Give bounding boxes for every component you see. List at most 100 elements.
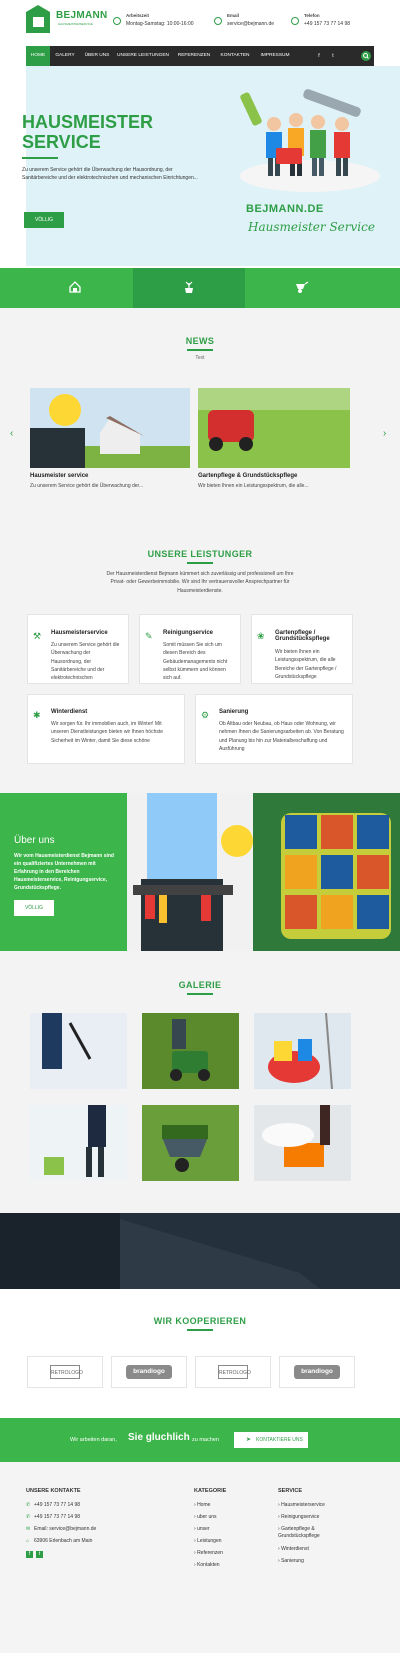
gallery-image-snow-shovel[interactable]: [30, 1013, 127, 1089]
cta-contact-button[interactable]: ➤ KONTAKTIERE UNS: [234, 1432, 308, 1448]
gallery-image-cleaning-bucket[interactable]: [254, 1013, 351, 1089]
footer-email[interactable]: Email: service@bejmann.de: [34, 1526, 96, 1532]
partner-logo[interactable]: RETROLOGO: [195, 1356, 271, 1388]
services-divider: [187, 562, 213, 564]
footer-link[interactable]: › Hausmeisterservice: [278, 1502, 325, 1508]
service-card-text: Zu unserem Service gehört die Überwachun…: [51, 642, 120, 681]
footer-link-label: Winterdienst: [281, 1546, 309, 1552]
footer-link[interactable]: › Winterdienst: [278, 1546, 309, 1552]
cta-text-main: Sie gluchlich: [128, 1432, 190, 1443]
footer-phone-2[interactable]: +49 157 73 77 14 98: [34, 1514, 80, 1520]
nav-galery[interactable]: GALERY: [53, 46, 77, 66]
partner-logo-text: RETROLOGO: [50, 1365, 83, 1379]
partner-logo[interactable]: brandlogo: [279, 1356, 355, 1388]
gallery-image-wheelbarrow[interactable]: [142, 1105, 239, 1181]
footer-link-label: uber uns: [197, 1514, 217, 1520]
footer-link[interactable]: › Kontakten: [194, 1562, 220, 1568]
twitter-icon[interactable]: t: [36, 1551, 43, 1558]
wheelbarrow-icon[interactable]: [295, 280, 309, 294]
tools-icon: ⚒: [33, 631, 42, 641]
partner-logo-text: RETROLOGO: [218, 1365, 251, 1379]
service-card-title: Reinigungservice: [163, 630, 214, 636]
nav-ueber-uns[interactable]: ÜBER UNS: [82, 46, 112, 66]
footer-link[interactable]: › Home: [194, 1502, 210, 1508]
parallax-banner: [0, 1213, 400, 1289]
services-intro: Der Hausmeisterdienst Bejmann kümmert si…: [106, 571, 294, 594]
nav-kontakten[interactable]: KONTAKTEN: [216, 46, 254, 66]
hero-divider: [22, 157, 58, 159]
cta-text-pre: Wir arbeiten daran,: [70, 1437, 117, 1443]
workers-illustration: [232, 84, 382, 198]
cta-text-post: zu machen: [192, 1437, 219, 1443]
phone-icon: ✆: [26, 1514, 31, 1520]
news-item-text: Wir bieten Ihnen ein Leistungsspektrum, …: [198, 483, 309, 489]
footer-link[interactable]: › Leistungen: [194, 1538, 222, 1544]
service-card-title: Hausmeisterservice: [51, 630, 108, 636]
nav-impressum[interactable]: IMPRESSUM: [256, 46, 294, 66]
snow-icon: ✱: [33, 710, 41, 720]
footer-link-label: Leistungen: [197, 1538, 222, 1544]
news-next-arrow[interactable]: ›: [383, 428, 386, 439]
twitter-icon[interactable]: t: [330, 53, 336, 59]
house-tools-icon[interactable]: [68, 280, 82, 294]
gallery-title: GALERIE: [178, 980, 222, 990]
news-divider: [187, 349, 213, 351]
services-title: UNSERE LEISTUNGER: [147, 549, 253, 559]
hero-text: Zu unserem Service gehört die Überwachun…: [22, 167, 198, 181]
nav-leistungen[interactable]: UNSERE LEISTUNGEN: [115, 46, 171, 66]
footer-link[interactable]: › Gartenpflege & Grundstückspflege: [278, 1526, 348, 1540]
logo-window: [33, 17, 44, 27]
news-prev-arrow[interactable]: ‹: [10, 428, 13, 439]
phone-value[interactable]: +49 157 73 77 14 98: [304, 21, 350, 27]
send-icon: ➤: [246, 1437, 252, 1443]
facebook-icon[interactable]: f: [316, 53, 322, 59]
partner-logo-text: brandlogo: [294, 1365, 340, 1379]
hero-brand-line1: BEJMANN.DE: [246, 203, 324, 215]
news-item-title[interactable]: Gartenpflege & Grundstückspflege: [198, 473, 297, 479]
nav-referenzen[interactable]: REFERENZEN: [175, 46, 213, 66]
news-item-text: Zu unserem Service gehört die Überwachun…: [30, 483, 144, 489]
gallery-image-lawn-mower[interactable]: [142, 1013, 239, 1089]
partners-section: [0, 1289, 400, 1418]
service-card-text: Wir sorgen für. Ihr immobilien auch, im …: [51, 721, 164, 744]
email-value[interactable]: service@bejmann.de: [227, 21, 274, 27]
gallery-image-mop[interactable]: [30, 1105, 127, 1181]
gallery-divider: [187, 993, 213, 995]
hero-title: HAUSMEISTER SERVICE: [22, 112, 154, 152]
logo-tagline: HAUSMEISTERSERVICE: [58, 22, 93, 26]
hero-button[interactable]: VÖLLIG: [24, 212, 64, 228]
footer-link[interactable]: › Reinigungservice: [278, 1514, 319, 1520]
footer-link-label: Sanierung: [281, 1558, 304, 1564]
service-card-text: Somit müssen Sie sich um diesen Bereich …: [163, 642, 228, 681]
clock-icon: [113, 17, 121, 25]
footer-link[interactable]: › unser: [194, 1526, 210, 1532]
footer-link[interactable]: › Referenzen: [194, 1550, 223, 1556]
news-image-lawnmower[interactable]: [198, 388, 350, 468]
phone-icon: [291, 17, 299, 25]
service-card-text: Ob Altbau oder Neubau, ob Haus oder Wohn…: [219, 721, 344, 752]
service-card-text: Wir bieten Ihnen ein Leistungsspektrum, …: [275, 649, 337, 680]
news-image-house[interactable]: [30, 388, 190, 468]
phone-icon: ✆: [26, 1502, 31, 1508]
footer-link-label: Kontakten: [197, 1562, 220, 1568]
search-icon[interactable]: [361, 51, 371, 61]
footer-link-label: Hausmeisterservice: [281, 1502, 325, 1508]
partner-logo[interactable]: brandlogo: [111, 1356, 187, 1388]
gallery-image-snowblower[interactable]: [254, 1105, 351, 1181]
news-subtitle: Text: [195, 355, 205, 361]
about-text: Wir vom Hausmeisterdienst Bejmann sind e…: [14, 853, 114, 891]
footer-address: 63906 Erlenbach am Main: [34, 1538, 93, 1544]
nav-home[interactable]: HOME: [26, 46, 50, 66]
facebook-icon[interactable]: f: [26, 1551, 33, 1558]
about-button[interactable]: VÖLLIG: [14, 900, 54, 916]
partner-logo[interactable]: RETROLOGO: [27, 1356, 103, 1388]
footer-link[interactable]: › uber uns: [194, 1514, 217, 1520]
footer-link-label: Home: [197, 1502, 211, 1508]
news-item-title[interactable]: Hausmeister service: [30, 473, 88, 479]
logo-name[interactable]: BEJMANN: [56, 10, 108, 21]
partner-logo-text: brandlogo: [126, 1365, 172, 1379]
footer-phone-1[interactable]: +49 157 73 77 14 98: [34, 1502, 80, 1508]
plant-icon[interactable]: [182, 280, 196, 294]
hero-brand-line2: Hausmeister Service: [248, 220, 375, 234]
footer-link[interactable]: › Sanierung: [278, 1558, 304, 1564]
